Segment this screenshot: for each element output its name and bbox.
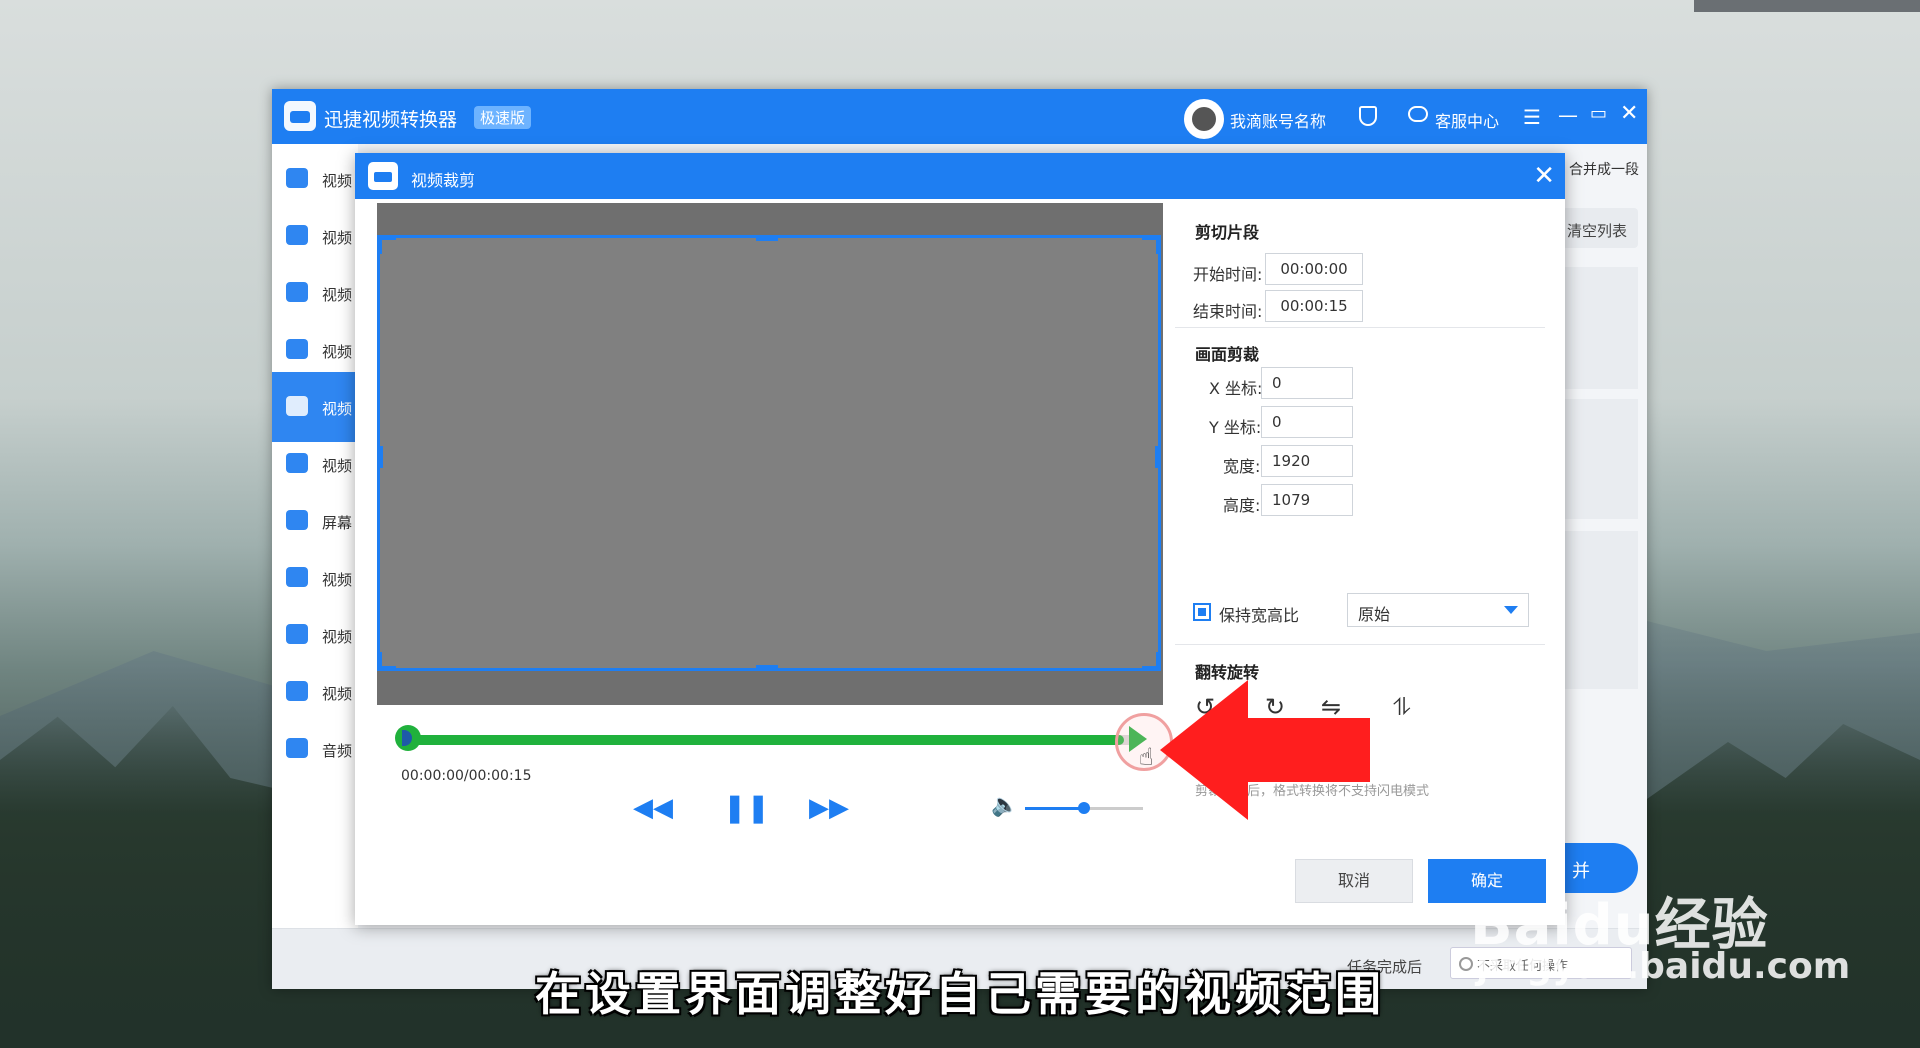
video-effect-icon bbox=[286, 624, 308, 644]
video-subtitle: 在设置界面调整好自己需要的视频范围 bbox=[535, 967, 1385, 1021]
y-coord-input[interactable]: 0 bbox=[1261, 406, 1353, 438]
video-edit-icon bbox=[286, 567, 308, 587]
start-time-input[interactable]: 00:00:00 bbox=[1265, 253, 1363, 285]
pause-icon[interactable]: ❚❚ bbox=[723, 791, 770, 824]
dialog-close-icon[interactable]: ✕ bbox=[1533, 161, 1555, 191]
sidebar-item-label: 视频 bbox=[322, 685, 353, 703]
clear-list-label: 清空列表 bbox=[1567, 222, 1628, 240]
crop-handle-right[interactable] bbox=[1155, 446, 1161, 468]
shield-icon[interactable] bbox=[1359, 106, 1377, 126]
crop-corner-bottom-right[interactable] bbox=[1142, 652, 1161, 671]
audio-icon bbox=[286, 738, 308, 758]
dialog-title: 视频裁剪 bbox=[411, 171, 476, 190]
edition-badge: 极速版 bbox=[474, 106, 532, 129]
gif-icon bbox=[286, 453, 308, 473]
time-readout: 00:00:00/00:00:15 bbox=[401, 768, 532, 784]
menu-icon[interactable]: ☰ bbox=[1523, 105, 1541, 129]
sidebar-item-label: 视频 bbox=[322, 628, 353, 646]
sidebar: 视频 视频 视频 视频 视频 视频 屏幕 视频 视频 视频 音频 bbox=[272, 144, 358, 929]
divider bbox=[1175, 644, 1545, 645]
customer-service-link[interactable]: 客服中心 bbox=[1435, 108, 1499, 132]
app-title: 迅捷视频转换器 bbox=[324, 109, 458, 131]
sidebar-item-label: 屏幕 bbox=[322, 514, 353, 532]
sidebar-item-label: 视频 bbox=[322, 400, 353, 418]
video-crop-dialog: 视频裁剪 ✕ ☝ 00:00:00/00:00:15 ◀◀ ❚❚ ▶▶ 🔈 剪切… bbox=[355, 153, 1565, 925]
app-titlebar: 迅捷视频转换器 极速版 我滴账号名称 客服中心 ☰ — ▭ ✕ bbox=[272, 89, 1647, 144]
height-input[interactable]: 1079 bbox=[1261, 484, 1353, 516]
app-logo-icon bbox=[284, 101, 316, 131]
sidebar-item-label: 音频 bbox=[322, 742, 353, 760]
dialog-titlebar: 视频裁剪 ✕ bbox=[355, 153, 1565, 199]
end-time-label: 结束时间: bbox=[1193, 302, 1263, 321]
file-card bbox=[1562, 531, 1638, 689]
crop-corner-bottom-left[interactable] bbox=[377, 652, 396, 671]
baidu-watermark: Baidu经验 jingyan.baidu.com bbox=[1470, 880, 1850, 987]
file-card bbox=[1562, 399, 1638, 519]
player-controls: ☝ 00:00:00/00:00:15 ◀◀ ❚❚ ▶▶ 🔈 bbox=[377, 705, 1173, 841]
crop-handle-left[interactable] bbox=[377, 446, 383, 468]
video-preview bbox=[377, 203, 1163, 705]
cancel-button[interactable]: 取消 bbox=[1295, 859, 1413, 903]
chat-icon[interactable] bbox=[1408, 106, 1428, 122]
divider bbox=[1175, 327, 1545, 328]
keep-ratio-checkbox[interactable] bbox=[1193, 603, 1211, 621]
crop-handle-bottom[interactable] bbox=[756, 665, 778, 671]
crop-corner-top-right[interactable] bbox=[1142, 235, 1161, 254]
screen-record-icon bbox=[286, 510, 308, 530]
fast-forward-icon[interactable]: ▶▶ bbox=[809, 793, 849, 823]
width-label: 宽度: bbox=[1223, 457, 1261, 476]
ratio-select-value: 原始 bbox=[1358, 605, 1391, 624]
x-coord-label: X 坐标: bbox=[1209, 379, 1263, 398]
sidebar-item-label: 视频 bbox=[322, 457, 353, 475]
width-input[interactable]: 1920 bbox=[1261, 445, 1353, 477]
avatar[interactable] bbox=[1184, 99, 1224, 139]
sidebar-item-label: 视频 bbox=[322, 172, 353, 190]
start-time-label: 开始时间: bbox=[1193, 265, 1263, 284]
x-coord-input[interactable]: 0 bbox=[1261, 367, 1353, 399]
volume-knob[interactable] bbox=[1078, 802, 1090, 814]
video-image-icon bbox=[286, 681, 308, 701]
crop-selection-box[interactable] bbox=[377, 235, 1161, 671]
close-icon[interactable]: ✕ bbox=[1620, 101, 1638, 126]
volume-fill bbox=[1025, 807, 1084, 810]
rewind-icon[interactable]: ◀◀ bbox=[633, 793, 673, 823]
video-split-icon bbox=[286, 282, 308, 302]
timeline-slider[interactable] bbox=[401, 735, 1139, 745]
desktop-top-strip bbox=[1694, 0, 1920, 12]
ratio-select[interactable]: 原始 bbox=[1347, 593, 1529, 627]
merge-into-one-option[interactable]: 合并成一段 bbox=[1569, 159, 1639, 179]
video-convert-icon bbox=[286, 168, 308, 188]
height-label: 高度: bbox=[1223, 496, 1261, 515]
end-time-input[interactable]: 00:00:15 bbox=[1265, 290, 1363, 322]
sidebar-item-label: 视频 bbox=[322, 286, 353, 304]
account-name[interactable]: 我滴账号名称 bbox=[1230, 108, 1326, 132]
red-arrow-annotation bbox=[1160, 680, 1370, 820]
maximize-icon[interactable]: ▭ bbox=[1590, 103, 1607, 124]
video-merge-icon bbox=[286, 339, 308, 359]
dialog-logo-icon bbox=[368, 162, 398, 190]
crop-corner-top-left[interactable] bbox=[377, 235, 396, 254]
sidebar-item-10[interactable]: 音频 bbox=[272, 714, 358, 784]
flip-vertical-icon[interactable]: ⥮ bbox=[1393, 693, 1410, 721]
video-crop-icon bbox=[286, 396, 308, 416]
y-coord-label: Y 坐标: bbox=[1209, 418, 1262, 437]
video-compress-icon bbox=[286, 225, 308, 245]
chevron-down-icon bbox=[1504, 606, 1518, 614]
timeline-range bbox=[401, 735, 1125, 745]
hand-cursor-icon: ☝ bbox=[1139, 743, 1154, 771]
volume-icon[interactable]: 🔈 bbox=[991, 793, 1018, 818]
crop-handle-top[interactable] bbox=[756, 235, 778, 241]
crop-title: 画面剪裁 bbox=[1195, 345, 1260, 364]
minimize-icon[interactable]: — bbox=[1558, 103, 1578, 127]
sidebar-item-label: 视频 bbox=[322, 229, 353, 247]
volume-slider[interactable] bbox=[1025, 802, 1143, 814]
file-card bbox=[1562, 267, 1638, 389]
cut-segment-title: 剪切片段 bbox=[1195, 223, 1260, 242]
keep-ratio-label[interactable]: 保持宽高比 bbox=[1219, 602, 1299, 626]
sidebar-item-label: 视频 bbox=[322, 571, 353, 589]
sidebar-item-label: 视频 bbox=[322, 343, 353, 361]
timeline-start-handle[interactable] bbox=[395, 725, 421, 751]
